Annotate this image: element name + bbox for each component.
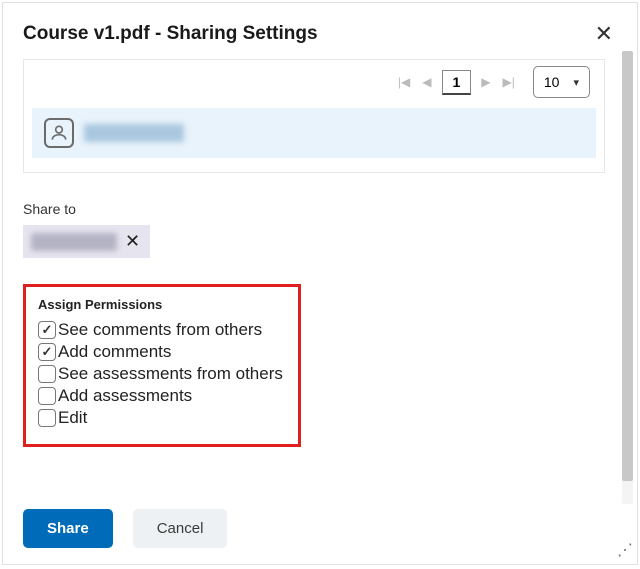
sharing-settings-dialog: Course v1.pdf - Sharing Settings ✕ |◀ ◀ …	[2, 2, 638, 565]
checkbox-see-assessments[interactable]	[38, 365, 56, 383]
page-size-value: 10	[544, 74, 560, 90]
dialog-footer: Share Cancel	[23, 509, 227, 548]
pagination-bar: |◀ ◀ 1 ▶ ▶| 10 ▾	[24, 60, 604, 108]
page-size-select[interactable]: 10 ▾	[533, 66, 590, 98]
checkbox-edit[interactable]	[38, 409, 56, 427]
permission-label: Add assessments	[58, 386, 192, 406]
share-to-chip: ✕	[23, 225, 150, 258]
page-number-input[interactable]: 1	[442, 70, 472, 95]
chip-name-redacted	[31, 233, 117, 251]
checkbox-see-comments[interactable]	[38, 321, 56, 339]
page-prev-icon[interactable]: ◀	[420, 73, 433, 91]
user-name-redacted	[84, 124, 184, 142]
assign-permissions-box: Assign Permissions See comments from oth…	[23, 284, 301, 447]
permission-row: Add assessments	[38, 386, 286, 406]
page-last-icon[interactable]: ▶|	[501, 73, 517, 91]
remove-chip-icon[interactable]: ✕	[123, 231, 142, 252]
user-list-item[interactable]	[32, 108, 596, 158]
permission-row: See comments from others	[38, 320, 286, 340]
page-first-icon[interactable]: |◀	[396, 73, 412, 91]
avatar-icon	[44, 118, 74, 148]
permissions-title: Assign Permissions	[38, 297, 286, 312]
checkbox-add-assessments[interactable]	[38, 387, 56, 405]
scrollbar-thumb[interactable]	[622, 51, 633, 481]
permission-label: Edit	[58, 408, 87, 428]
close-icon[interactable]: ✕	[591, 21, 617, 47]
permission-label: See assessments from others	[58, 364, 283, 384]
user-list-panel: |◀ ◀ 1 ▶ ▶| 10 ▾	[23, 59, 605, 173]
scrollbar-track[interactable]	[622, 51, 633, 504]
chevron-down-icon: ▾	[573, 76, 579, 89]
share-to-label: Share to	[23, 201, 617, 217]
dialog-title: Course v1.pdf - Sharing Settings	[23, 23, 318, 45]
permission-row: Edit	[38, 408, 286, 428]
permission-row: Add comments	[38, 342, 286, 362]
permission-label: See comments from others	[58, 320, 262, 340]
permission-label: Add comments	[58, 342, 171, 362]
share-button[interactable]: Share	[23, 509, 113, 548]
resize-grip-icon[interactable]: ⋰	[617, 540, 633, 560]
checkbox-add-comments[interactable]	[38, 343, 56, 361]
page-next-icon[interactable]: ▶	[479, 73, 492, 91]
dialog-header: Course v1.pdf - Sharing Settings ✕	[23, 21, 617, 47]
permission-row: See assessments from others	[38, 364, 286, 384]
cancel-button[interactable]: Cancel	[133, 509, 228, 548]
